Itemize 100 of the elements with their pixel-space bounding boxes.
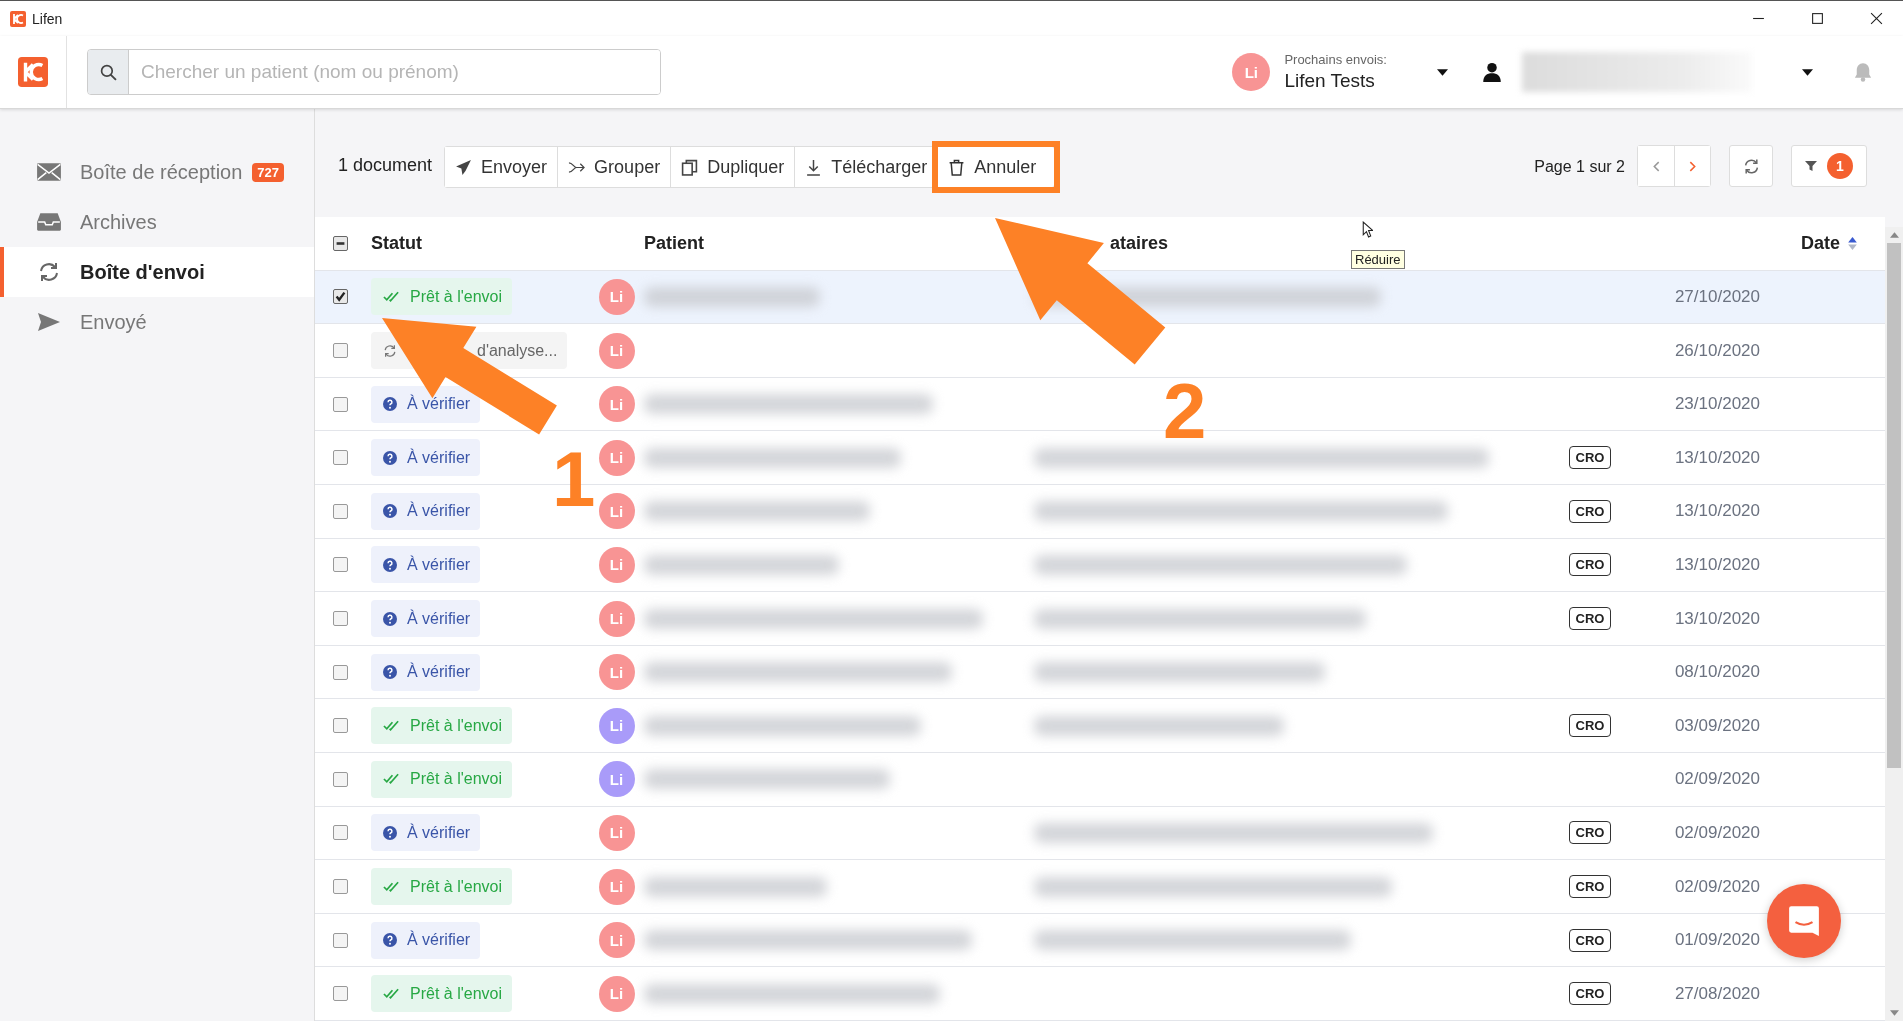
date-text: 26/10/2020 bbox=[1674, 340, 1760, 361]
status-badge: À vérifier bbox=[371, 546, 481, 584]
chevron-right-icon bbox=[1689, 160, 1696, 172]
date-text: 13/10/2020 bbox=[1674, 554, 1760, 575]
row-checkbox[interactable] bbox=[333, 986, 348, 1002]
row-checkbox[interactable] bbox=[333, 557, 348, 573]
caret-icon[interactable] bbox=[1437, 68, 1448, 76]
status-badge: À vérifier bbox=[371, 385, 481, 423]
double-check-icon bbox=[383, 880, 400, 893]
row-checkbox[interactable] bbox=[333, 343, 348, 359]
question-icon bbox=[383, 825, 397, 840]
user-avatar: Li bbox=[598, 868, 635, 905]
window-title: Lifen bbox=[32, 10, 63, 27]
scroll-down-icon[interactable] bbox=[1889, 1010, 1899, 1016]
document-type-tag: CRO bbox=[1568, 553, 1612, 577]
question-icon bbox=[383, 450, 397, 465]
date-text: 13/10/2020 bbox=[1674, 501, 1760, 522]
search-icon bbox=[99, 63, 117, 81]
row-checkbox[interactable] bbox=[333, 503, 348, 519]
sender-caption: Prochains envois: bbox=[1284, 52, 1387, 67]
envelope-icon bbox=[36, 162, 62, 182]
close-icon[interactable] bbox=[1870, 12, 1883, 25]
row-checkbox[interactable] bbox=[333, 825, 348, 841]
mouse-cursor-icon bbox=[1362, 221, 1373, 238]
selected-row-highlight[interactable]: Prêt à l'envoi Li 27/10/2020 bbox=[315, 270, 1885, 325]
checkmark-icon bbox=[334, 290, 347, 304]
document-type-tag: CRO bbox=[1568, 982, 1612, 1006]
person-icon[interactable] bbox=[1482, 62, 1502, 82]
sidebar-item[interactable]: Archives bbox=[0, 197, 314, 247]
sender-name[interactable]: Lifen Tests bbox=[1284, 70, 1387, 92]
app-logo-icon[interactable] bbox=[18, 57, 48, 87]
date-text: 02/09/2020 bbox=[1674, 769, 1760, 790]
date-text: 08/10/2020 bbox=[1674, 662, 1760, 683]
send-icon bbox=[36, 312, 62, 332]
date-text: 27/10/2020 bbox=[1674, 287, 1760, 307]
row-checkbox[interactable] bbox=[333, 932, 348, 948]
column-header[interactable]: Date bbox=[1801, 232, 1840, 254]
column-header[interactable]: Statut bbox=[371, 232, 422, 254]
status-badge: À vérifier bbox=[371, 814, 481, 852]
sort-icon[interactable] bbox=[1848, 236, 1857, 250]
maximize-icon[interactable] bbox=[1811, 12, 1824, 25]
status-badge: À vérifier bbox=[371, 921, 481, 959]
refresh-button[interactable] bbox=[1729, 145, 1773, 187]
search-field[interactable]: Chercher un patient (nom ou prénom) bbox=[87, 49, 661, 95]
caret-icon[interactable] bbox=[1802, 68, 1813, 76]
question-icon bbox=[383, 665, 397, 680]
document-count: 1 document bbox=[338, 155, 433, 176]
user-avatar: Li bbox=[598, 279, 635, 315]
date-text: 13/10/2020 bbox=[1674, 447, 1760, 468]
user-avatar: Li bbox=[598, 761, 635, 798]
filter-icon bbox=[1805, 160, 1817, 172]
double-check-icon bbox=[383, 773, 400, 786]
select-all-checkbox[interactable] bbox=[333, 235, 348, 251]
sidebar-item[interactable]: Envoyé bbox=[0, 297, 314, 347]
row-checkbox[interactable] bbox=[333, 718, 348, 734]
row-checkbox[interactable] bbox=[333, 664, 348, 680]
send-icon bbox=[455, 158, 473, 176]
document-type-tag: CRO bbox=[1568, 446, 1612, 470]
user-avatar: Li bbox=[598, 814, 635, 851]
status-badge: Prêt à l'envoi bbox=[371, 707, 512, 745]
date-text: 13/10/2020 bbox=[1674, 608, 1760, 629]
row-checkbox[interactable] bbox=[333, 450, 348, 466]
app-logo-icon bbox=[10, 10, 26, 27]
double-check-icon bbox=[383, 987, 400, 1000]
document-type-tag: CRO bbox=[1568, 499, 1612, 523]
question-icon bbox=[383, 504, 397, 519]
sender-avatar: Li bbox=[1232, 53, 1271, 91]
download-icon bbox=[805, 158, 823, 176]
user-avatar: Li bbox=[598, 600, 635, 637]
status-badge: Prêt à l'envoi bbox=[371, 278, 512, 316]
column-header[interactable]: ataires bbox=[1110, 232, 1169, 254]
user-avatar: Li bbox=[598, 922, 635, 959]
status-badge: Prêt à l'envoi bbox=[371, 760, 512, 798]
column-header[interactable]: Patient bbox=[644, 232, 704, 254]
scrollbar-thumb[interactable] bbox=[1887, 243, 1901, 768]
row-checkbox[interactable] bbox=[333, 879, 348, 894]
question-icon bbox=[383, 557, 397, 572]
document-type-tag: CRO bbox=[1568, 875, 1612, 898]
date-text: 23/10/2020 bbox=[1674, 394, 1760, 415]
bell-icon[interactable] bbox=[1853, 62, 1873, 82]
chevron-left-icon bbox=[1652, 160, 1660, 172]
document-type-tag: CRO bbox=[1568, 714, 1612, 738]
scroll-up-icon[interactable] bbox=[1889, 232, 1899, 238]
row-checkbox[interactable] bbox=[333, 396, 348, 412]
sidebar-item[interactable]: Boîte d'envoi bbox=[0, 247, 314, 297]
sidebar-item[interactable]: Boîte de réception 727 bbox=[0, 147, 314, 197]
row-checkbox[interactable] bbox=[333, 771, 348, 787]
user-avatar: Li bbox=[598, 386, 635, 423]
user-avatar: Li bbox=[598, 975, 635, 1012]
row-checkbox[interactable] bbox=[333, 611, 348, 627]
row-checkbox[interactable] bbox=[333, 289, 348, 305]
date-text: 02/09/2020 bbox=[1674, 822, 1760, 843]
double-check-icon bbox=[383, 291, 400, 303]
document-type-tag: CRO bbox=[1568, 821, 1612, 845]
chat-bubble-icon bbox=[1787, 904, 1821, 938]
toolbar-button[interactable]: Envoyer bbox=[445, 147, 559, 187]
status-badge: Prêt à l'envoi bbox=[371, 868, 512, 905]
user-avatar: Li bbox=[598, 546, 635, 583]
status-badge: À vérifier bbox=[371, 653, 481, 691]
copy-icon bbox=[681, 158, 699, 176]
